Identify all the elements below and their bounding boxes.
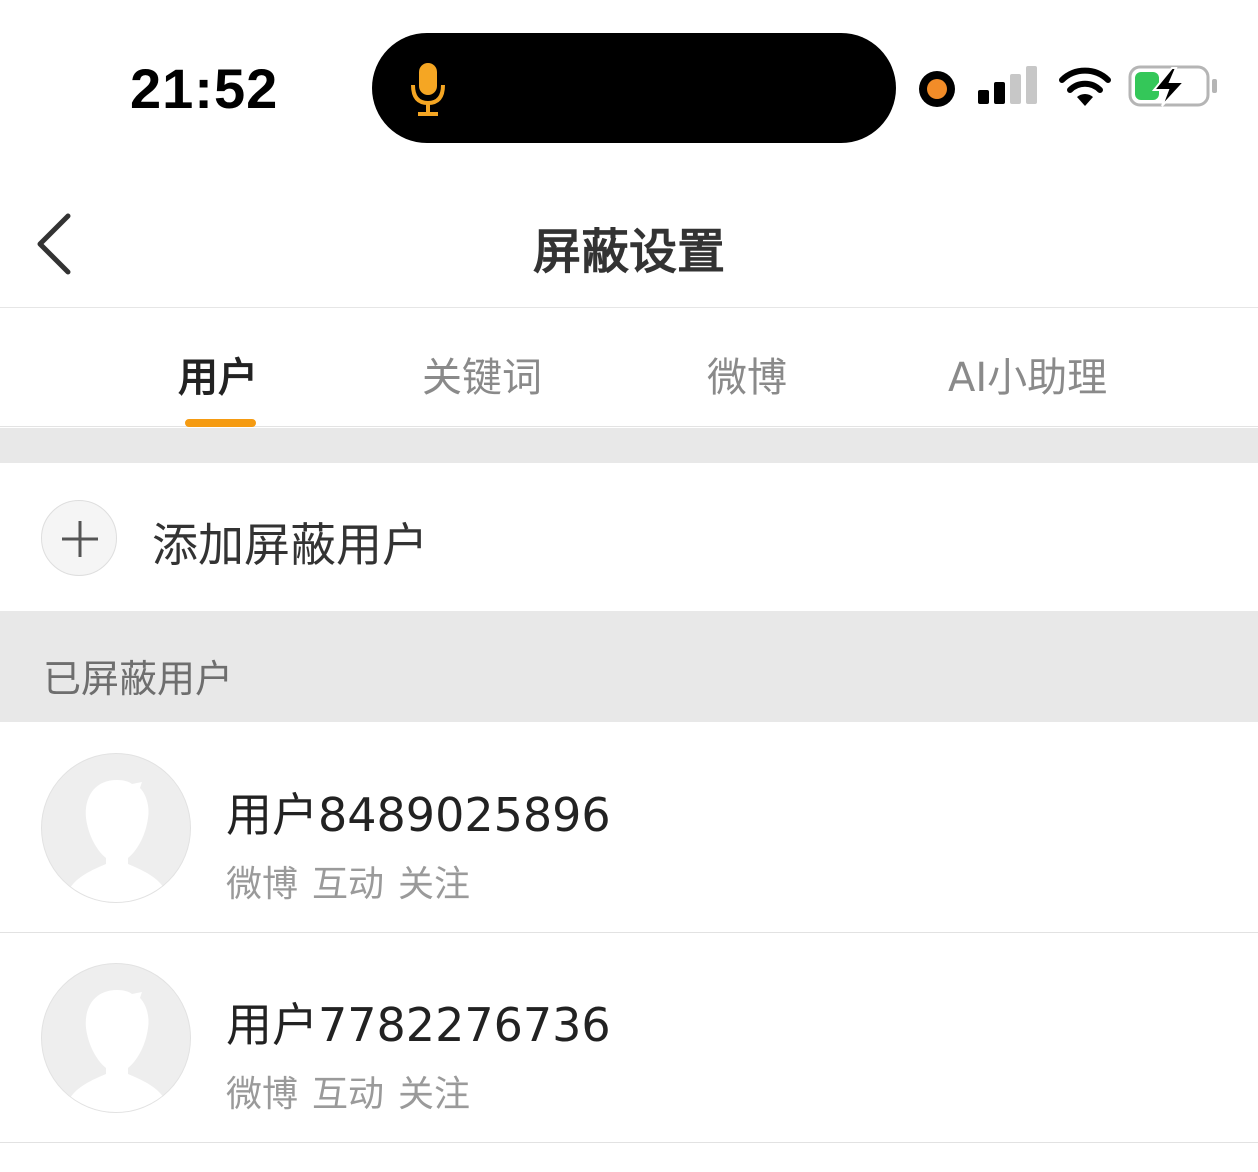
scope-tag: 微博 xyxy=(226,1074,299,1115)
dynamic-island xyxy=(372,33,896,143)
default-avatar-icon xyxy=(42,990,190,1112)
scope-tag: 微博 xyxy=(226,864,299,905)
scope-tag: 互动 xyxy=(312,1074,385,1115)
user-name: 用户7782276736 xyxy=(226,998,611,1052)
status-bar: 21:52 xyxy=(0,0,1258,160)
scope-tag: 互动 xyxy=(312,864,385,905)
blocked-user-row[interactable]: 用户7782276736 微博 互动 关注 xyxy=(0,933,1258,1143)
default-avatar-icon xyxy=(42,780,190,902)
avatar xyxy=(41,963,191,1113)
divider-band xyxy=(0,428,1258,463)
battery-charging-icon xyxy=(1128,65,1217,107)
blocked-user-row[interactable]: 用户8489025896 微博 互动 关注 xyxy=(0,723,1258,933)
tab-weibo[interactable]: 微博 xyxy=(707,345,787,403)
user-block-scopes: 微博 互动 关注 xyxy=(226,855,484,907)
page-title: 屏蔽设置 xyxy=(532,224,725,280)
block-settings-screen: 21:52 屏蔽设置 用户 关键词 微博 AI小助理 添加屏蔽用户 已屏蔽用户 … xyxy=(0,0,1258,1172)
cellular-signal-icon xyxy=(978,66,1037,104)
add-blocked-user-button[interactable]: 添加屏蔽用户 xyxy=(0,463,1258,610)
active-tab-indicator xyxy=(185,419,256,427)
blocked-users-section-header: 已屏蔽用户 xyxy=(0,611,1258,722)
user-name: 用户8489025896 xyxy=(226,788,611,842)
scope-tag: 关注 xyxy=(398,1074,471,1115)
microphone-icon xyxy=(411,63,445,116)
tab-ai-assistant[interactable]: AI小助理 xyxy=(948,345,1107,403)
tab-users[interactable]: 用户 xyxy=(178,345,258,403)
plus-icon xyxy=(62,521,98,557)
user-block-scopes: 微博 互动 关注 xyxy=(226,1065,484,1117)
avatar xyxy=(41,753,191,903)
status-time: 21:52 xyxy=(130,57,279,120)
add-circle xyxy=(41,500,117,576)
navigation-bar: 屏蔽设置 xyxy=(0,160,1258,308)
tab-bar: 用户 关键词 微博 AI小助理 xyxy=(0,309,1258,427)
section-title: 已屏蔽用户 xyxy=(43,657,234,701)
scope-tag: 关注 xyxy=(398,864,471,905)
tab-keywords[interactable]: 关键词 xyxy=(422,345,542,403)
add-blocked-user-label: 添加屏蔽用户 xyxy=(152,518,428,572)
recording-dot xyxy=(919,71,955,107)
wifi-icon xyxy=(1059,67,1111,106)
